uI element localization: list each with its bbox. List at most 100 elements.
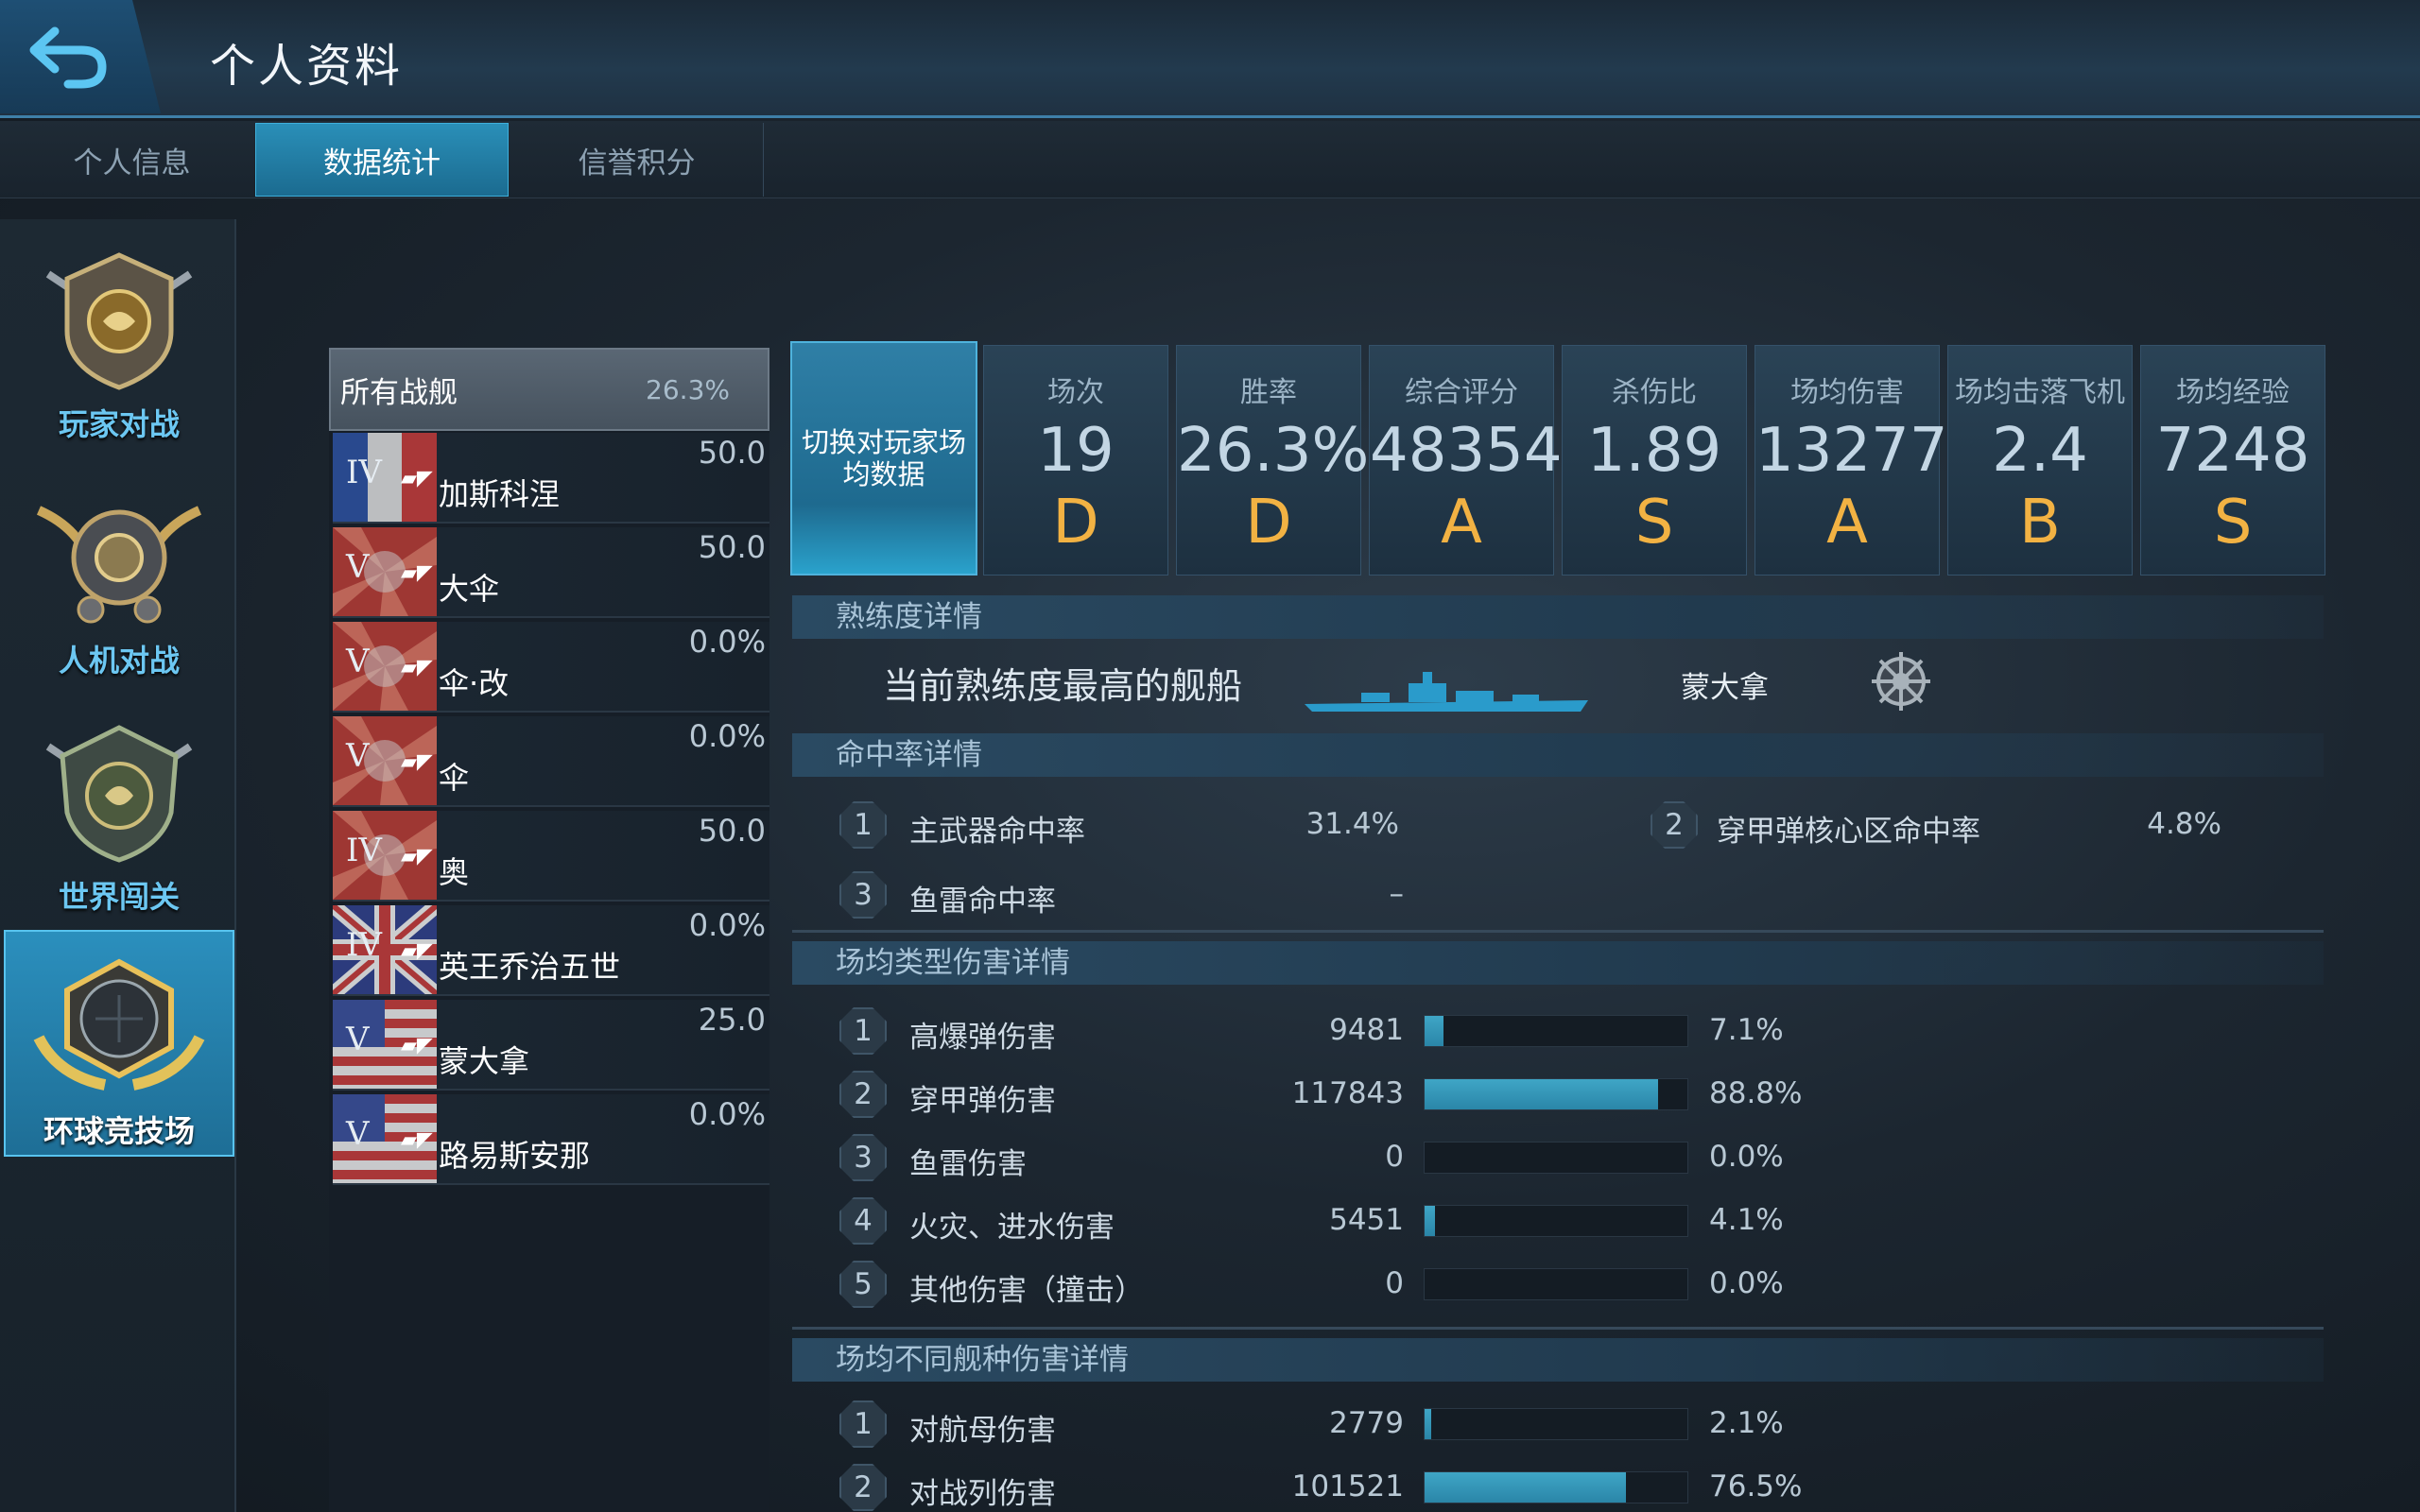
damage-number-badge: 1 — [839, 1007, 887, 1055]
stat-grade: B — [2019, 488, 2061, 558]
ship-list-item[interactable]: V ▰◤ 蒙大拿 25.0 — [333, 1000, 769, 1091]
ship-all-item[interactable]: 所有战舰 26.3% — [329, 348, 769, 431]
ship-name: 大伞 — [439, 571, 500, 607]
damage-number-badge: 2 — [839, 1464, 887, 1511]
damage-label: 高爆弹伤害 — [909, 1021, 1056, 1055]
ship-class-icon: ▰◤ — [401, 1128, 433, 1152]
stat-label: 场次 — [1047, 376, 1104, 409]
damage-bar — [1424, 1142, 1688, 1174]
damage-bar-fill — [1425, 1206, 1436, 1236]
stat-card: 场均经验 7248 S — [2140, 345, 2325, 576]
hit-rate-label: 主武器命中率 — [909, 815, 1085, 849]
tab-data-stats[interactable]: 数据统计 — [255, 123, 509, 197]
ship-tier: V — [346, 1115, 370, 1153]
damage-number-badge: 4 — [839, 1197, 887, 1245]
ship-list-item[interactable]: V ▰◤ 伞·改 0.0% — [333, 622, 769, 713]
ship-class-icon: ▰◤ — [401, 750, 433, 774]
ship-list-item[interactable]: V ▰◤ 伞 0.0% — [333, 716, 769, 807]
mode-arena[interactable]: 环球竞技场 — [4, 930, 234, 1157]
world-emblem-icon — [45, 725, 193, 863]
proficiency-ship-name: 蒙大拿 — [1681, 671, 1769, 705]
tab-personal-info[interactable]: 个人信息 — [6, 123, 259, 197]
damage-number-badge: 3 — [839, 1134, 887, 1181]
hit-rate-value: 31.4% — [1305, 807, 1399, 841]
ship-value: 50.0 — [698, 435, 766, 471]
ship-name: 奥 — [439, 854, 470, 890]
mode-world[interactable]: 世界闯关 — [4, 697, 234, 924]
tab-reputation[interactable]: 信誉积分 — [510, 123, 764, 197]
stat-card: 场均伤害 132776 A — [1754, 345, 1987, 576]
ship-list-item[interactable]: V ▰◤ 大伞 50.0 — [333, 527, 769, 618]
stat-value: 132776 — [1755, 416, 1987, 486]
proficiency-header: 熟练度详情 — [792, 595, 2324, 639]
mode-label: 玩家对战 — [58, 406, 180, 442]
ship-name: 加斯科涅 — [439, 476, 561, 512]
hit-rate-number-badge: 2 — [1651, 801, 1698, 849]
ship-list-item[interactable]: IV ▰◤ 奥 50.0 — [333, 811, 769, 902]
stat-label: 场均经验 — [2176, 376, 2290, 409]
mode-label: 人机对战 — [58, 643, 180, 679]
pvp-emblem-icon — [45, 252, 193, 390]
damage-bar-fill — [1425, 1409, 1431, 1439]
damage-value: 0 — [1385, 1266, 1404, 1300]
stat-card: 综合评分 48354 A — [1369, 345, 1563, 576]
stat-card: 杀伤比 1.89 S — [1562, 345, 1747, 576]
stat-value: 2.4 — [1992, 416, 2088, 486]
ship-value: 0.0% — [688, 1096, 766, 1132]
damage-bar — [1424, 1078, 1688, 1110]
ship-list-item[interactable]: IV ▰◤ 英王乔治五世 0.0% — [327, 899, 769, 1001]
damage-value: 2779 — [1329, 1406, 1404, 1440]
damage-label: 其他伤害（撞击） — [909, 1274, 1144, 1308]
ship-name: 路易斯安那 — [439, 1138, 591, 1174]
top-bar: 个人资料 — [0, 0, 2420, 118]
ship-name: 蒙大拿 — [439, 1043, 530, 1079]
ship-list: 所有战舰 26.3% IV ▰◤ 加斯科涅 50.0 V ▰◤ 大伞 50.0 V ▰◤ 伞·改 0.… — [327, 348, 769, 1512]
hit-rate-label: 鱼雷命中率 — [909, 885, 1056, 919]
ship-tier: V — [346, 643, 370, 680]
stat-grade: D — [1052, 488, 1099, 558]
ship-value: 25.0 — [698, 1002, 766, 1038]
damage-percent: 76.5% — [1709, 1469, 1803, 1503]
ship-all-label: 所有战舰 — [340, 375, 458, 410]
arena-emblem-icon — [33, 958, 205, 1091]
stat-label: 杀伤比 — [1612, 376, 1697, 409]
ship-tier: IV — [346, 454, 382, 491]
damage-percent: 0.0% — [1709, 1266, 1784, 1300]
hit-rate-value: – — [1389, 877, 1405, 911]
ship-list-item[interactable]: V ▰◤ 路易斯安那 0.0% — [333, 1094, 769, 1185]
ship-class-icon: ▰◤ — [401, 1034, 433, 1057]
damage-label: 火灾、进水伤害 — [909, 1211, 1115, 1245]
ship-name: 英王乔治五世 — [439, 949, 621, 985]
switch-average-button[interactable]: 切换对玩家场均数据 — [790, 341, 977, 576]
page-title: 个人资料 — [210, 40, 404, 93]
ship-name: 伞·改 — [439, 665, 510, 701]
hit-rate-value: 4.8% — [2147, 807, 2221, 841]
stat-grade: A — [1441, 488, 1482, 558]
tab-bar: 个人信息 数据统计 信誉积分 — [0, 121, 2420, 198]
ship-tier: V — [346, 1021, 370, 1058]
stat-label: 综合评分 — [1405, 376, 1518, 409]
damage-label: 对航母伤害 — [909, 1414, 1056, 1448]
ship-tier: V — [346, 548, 370, 586]
damage-bar — [1424, 1268, 1688, 1300]
damage-class-header: 场均不同舰种伤害详情 — [792, 1338, 2324, 1382]
ship-value: 50.0 — [698, 529, 766, 565]
ship-list-item[interactable]: IV ▰◤ 加斯科涅 50.0 — [333, 433, 769, 524]
damage-bar — [1424, 1015, 1688, 1047]
hit-rate-number-badge: 1 — [839, 801, 887, 849]
damage-percent: 88.8% — [1709, 1076, 1803, 1110]
ship-tier: V — [346, 737, 370, 775]
mode-pvp[interactable]: 玩家对战 — [4, 225, 234, 452]
stat-grade: S — [2213, 488, 2253, 558]
stat-label: 场均击落飞机 — [1955, 376, 2125, 409]
damage-label: 穿甲弹伤害 — [909, 1084, 1056, 1118]
stat-grade: A — [1826, 488, 1868, 558]
back-button[interactable] — [0, 0, 161, 113]
stat-value: 26.3% — [1177, 416, 1370, 486]
mode-pve[interactable]: 人机对战 — [4, 461, 234, 688]
ship-class-icon: ▰◤ — [401, 467, 433, 490]
damage-value: 0 — [1385, 1140, 1404, 1174]
hit-rate-label: 穿甲弹核心区命中率 — [1717, 815, 1980, 849]
stat-label: 胜率 — [1240, 376, 1297, 409]
ship-value: 0.0% — [688, 907, 766, 943]
